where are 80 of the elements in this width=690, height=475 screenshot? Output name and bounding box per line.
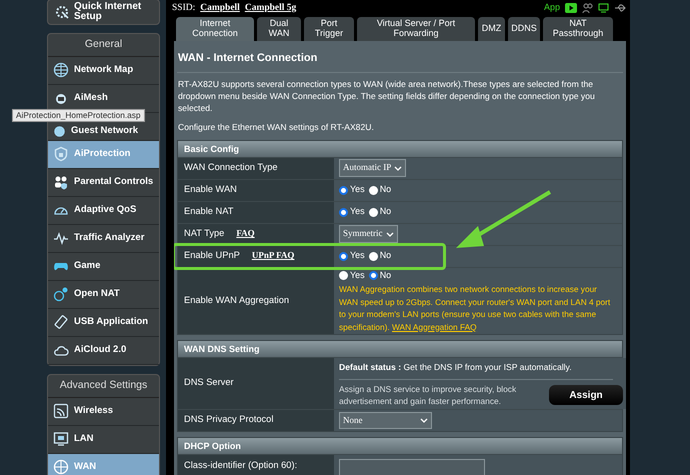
dropdown[interactable]: Symmetric (339, 225, 398, 243)
tab[interactable]: DMZ (478, 17, 505, 41)
monitor-icon (598, 2, 609, 13)
play-icon (565, 2, 577, 13)
radio-button[interactable] (339, 208, 348, 216)
radio-button[interactable] (368, 270, 378, 280)
pulse-icon (53, 230, 69, 246)
faq-link[interactable]: FAQ (236, 227, 255, 241)
ssid-label: SSID: (172, 2, 196, 15)
quick-setup-button[interactable]: Quick Internet Setup (47, 0, 160, 25)
app-link[interactable]: App (544, 1, 560, 14)
field-label: Enable NAT (184, 205, 234, 218)
field-label: DNS Privacy Protocol (184, 413, 274, 426)
radio-label: Yes (350, 249, 365, 262)
chevron-icon (394, 164, 402, 172)
section-header: Basic Config (178, 140, 622, 156)
sidebar-heading: General (48, 34, 159, 57)
section-header: WAN DNS Setting (178, 341, 622, 357)
field-label: Enable UPnP (184, 249, 240, 262)
sidebar-item[interactable]: Traffic Analyzer (48, 224, 159, 253)
dropdown[interactable]: Automatic IP (339, 159, 406, 177)
sidebar-item[interactable]: USB Application (48, 308, 159, 337)
page-title: WAN - Internet Connection (177, 48, 623, 72)
wrench-icon (54, 4, 70, 20)
sidebar-item[interactable]: Wireless (48, 398, 159, 426)
tab[interactable]: Dual WAN (257, 17, 301, 41)
field-label: Enable WAN (184, 183, 237, 196)
radio-label: No (380, 268, 392, 282)
description-text: RT-AX82U supports several connection types to WAN (wide area network).These types are selected from the dropdown menu beside WAN Connection Type. The setting fields differ depending on the connection type you selected. (178, 78, 596, 114)
field-label: WAN Connection Type (184, 161, 278, 174)
section-header: DHCP Option (178, 438, 622, 454)
tab[interactable]: Port Trigger (304, 17, 354, 41)
ssid-link[interactable]: Campbell (200, 0, 240, 15)
aggregation-note: WAN Aggregation combines two network connections to increase your WAN speed up to 2Gbps. Connect your router's WAN port and LAN 4 port to your modem's LAN ports (ensure you use two cables with the same specification). WAN Aggregation FAQ (339, 283, 612, 333)
radio-button[interactable] (368, 208, 378, 216)
tab[interactable]: NAT Passthrough (543, 17, 613, 41)
radio-label: Yes (350, 205, 365, 218)
field-label: Enable WAN Aggregation (184, 294, 290, 307)
sidebar-item[interactable]: AiCloud 2.0 (48, 336, 159, 365)
status-text: Default status : Get the DNS IP from your ISP automatically. (339, 359, 613, 380)
monitor-icon (53, 431, 69, 447)
radio-label: No (380, 205, 392, 218)
usb-icon (614, 2, 626, 13)
sidebar-item[interactable]: Network Map (48, 56, 159, 85)
usb-drive-icon (53, 314, 69, 330)
people-icon (53, 174, 69, 190)
chevron-icon (420, 416, 428, 424)
sidebar-item[interactable]: Open NAT (48, 280, 159, 309)
sidebar-item[interactable]: Game (48, 252, 159, 281)
radio-button[interactable] (368, 186, 378, 194)
chevron-icon (386, 230, 394, 238)
radio-label: No (380, 249, 392, 262)
dropdown[interactable]: None (339, 412, 432, 430)
faq-link[interactable]: WAN Aggregation FAQ (392, 322, 477, 332)
radio-button[interactable] (339, 252, 348, 260)
radio-button[interactable] (339, 270, 348, 280)
sidebar-item[interactable]: Parental Controls (48, 168, 159, 197)
tab[interactable]: Virtual Server / Port Forwarding (357, 17, 475, 41)
wifi-icon (53, 403, 69, 419)
radio-label: Yes (350, 183, 365, 196)
people-icon (582, 2, 593, 13)
radio-button[interactable] (368, 252, 378, 260)
faq-link[interactable]: UPnP FAQ (252, 249, 294, 263)
field-label: DNS Server (184, 376, 234, 390)
sidebar-item[interactable]: Adaptive QoS (48, 196, 159, 225)
field-label: NAT Type (184, 227, 224, 240)
sidebar-heading: Advanced Settings (48, 374, 159, 398)
radio-label: No (380, 183, 392, 196)
tab[interactable]: Internet Connection (176, 17, 254, 41)
shield-icon (53, 146, 69, 162)
tab[interactable]: DDNS (508, 17, 540, 41)
note-text: Configure the Ethernet WAN settings of RT-AX82U. (178, 120, 375, 132)
field-label: Class-identifier (Option 60): (184, 459, 298, 472)
assign-button[interactable]: Assign (549, 385, 623, 406)
radio-label: Yes (350, 268, 365, 282)
tooltip: AiProtection_HomeProtection.asp (12, 109, 145, 122)
input-field[interactable] (339, 458, 485, 475)
hint-text: Assign a DNS service to improve security, block advertisement and gain faster performance. (339, 382, 518, 408)
ssid-link[interactable]: Campbell 5g (244, 0, 296, 15)
radio-button[interactable] (339, 186, 348, 194)
